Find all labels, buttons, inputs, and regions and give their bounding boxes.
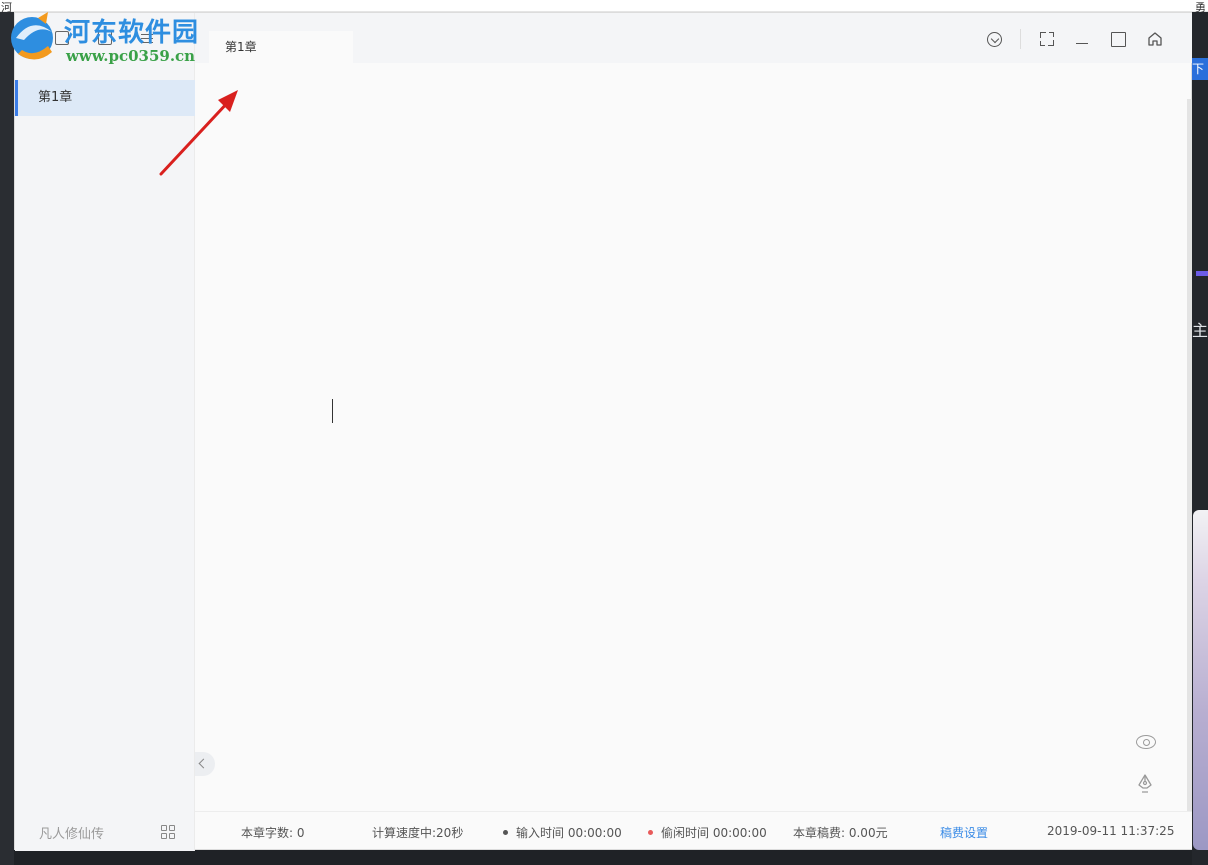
input-time: 输入时间 00:00:00: [503, 824, 622, 841]
background-accent-bar: [1196, 271, 1208, 276]
background-left-strip: [0, 12, 14, 865]
pen-icon[interactable]: [1137, 774, 1153, 794]
tab-bar: 第1章: [195, 13, 1192, 63]
watermark-name: 河东软件园: [64, 18, 200, 48]
background-right-strip: 下载 主: [1192, 12, 1208, 865]
maximize-icon[interactable]: [1109, 30, 1127, 48]
watermark-logo-icon: [11, 12, 53, 60]
divider: [1020, 29, 1021, 49]
status-dot: [648, 830, 653, 835]
fullscreen-icon[interactable]: [1038, 30, 1056, 48]
book-title[interactable]: 凡人修仙传: [39, 823, 104, 842]
status-dot: [503, 830, 508, 835]
word-count: 本章字数: 0: [241, 826, 305, 840]
watermark-url: www.pc0359.cn: [66, 47, 196, 65]
background-blue-tab: 下载: [1192, 58, 1208, 80]
chevron-down-icon[interactable]: [987, 32, 1002, 47]
background-text: 主: [1192, 321, 1208, 340]
text-caret: [332, 399, 333, 423]
idle-time: 偷闲时间 00:00:00: [648, 824, 767, 841]
input-time-label: 输入时间 00:00:00: [516, 826, 622, 840]
background-panel: [1193, 510, 1208, 850]
chapter-fee: 本章稿费: 0.00元: [793, 826, 888, 840]
tab-chapter[interactable]: 第1章: [209, 31, 353, 63]
typing-speed: 计算速度中:20秒: [372, 826, 464, 840]
home-icon[interactable]: [1146, 30, 1164, 48]
text-editor[interactable]: [195, 63, 1187, 811]
grid-icon[interactable]: [161, 825, 176, 840]
site-watermark: 河东软件园 www.pc0359.cn: [0, 0, 205, 70]
annotation-arrow-icon: [159, 90, 238, 176]
datetime: 2019-09-11 11:37:25: [1047, 824, 1175, 838]
status-bar: 本章字数: 0 计算速度中:20秒 输入时间 00:00:00 偷闲时间 00:…: [195, 811, 1192, 849]
fee-settings-link[interactable]: 稿费设置: [940, 824, 988, 841]
minimize-icon[interactable]: [1073, 30, 1091, 48]
editor-scrollbar[interactable]: [1187, 99, 1192, 811]
eye-icon[interactable]: [1136, 735, 1156, 749]
idle-time-label: 偷闲时间 00:00:00: [661, 826, 767, 840]
